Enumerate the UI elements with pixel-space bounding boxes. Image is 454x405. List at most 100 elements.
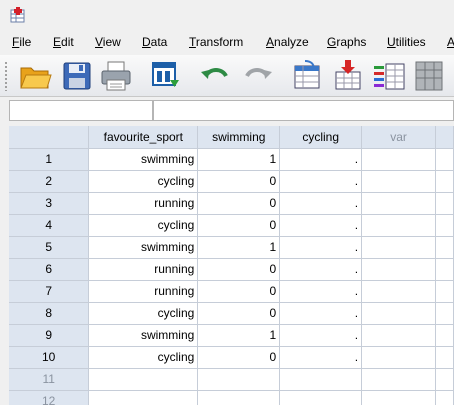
row-number[interactable]: 9 bbox=[9, 324, 90, 347]
cell-empty[interactable] bbox=[361, 368, 437, 391]
cell-empty[interactable] bbox=[435, 170, 454, 193]
app-icon[interactable] bbox=[10, 7, 26, 23]
cell-empty[interactable] bbox=[361, 148, 437, 171]
column-header-partial[interactable] bbox=[435, 126, 454, 149]
row-number[interactable]: 3 bbox=[9, 192, 90, 215]
cell-empty[interactable] bbox=[361, 346, 437, 369]
cell-empty[interactable] bbox=[361, 214, 437, 237]
cell-empty[interactable] bbox=[88, 368, 199, 391]
menu-graphs[interactable]: Graphs bbox=[327, 35, 366, 49]
menu-add-ons[interactable]: A bbox=[447, 35, 454, 49]
dialog-recall-icon[interactable] bbox=[148, 58, 184, 94]
cell-empty[interactable] bbox=[435, 302, 454, 325]
cell-favourite-sport[interactable]: swimming bbox=[88, 324, 199, 347]
cell-empty[interactable] bbox=[435, 214, 454, 237]
cell-favourite-sport[interactable]: cycling bbox=[88, 170, 199, 193]
row-number[interactable]: 5 bbox=[9, 236, 90, 259]
cell-favourite-sport[interactable]: swimming bbox=[88, 236, 199, 259]
cell-empty[interactable] bbox=[435, 346, 454, 369]
cell-cycling[interactable]: . bbox=[279, 192, 363, 215]
grid-corner[interactable] bbox=[9, 126, 90, 149]
cell-empty[interactable] bbox=[361, 170, 437, 193]
row-number[interactable]: 8 bbox=[9, 302, 90, 325]
cell-swimming[interactable]: 0 bbox=[197, 280, 281, 303]
cell-empty[interactable] bbox=[361, 302, 437, 325]
cell-empty[interactable] bbox=[361, 280, 437, 303]
row-number[interactable]: 2 bbox=[9, 170, 90, 193]
menu-edit[interactable]: Edit bbox=[53, 35, 74, 49]
cell-empty[interactable] bbox=[435, 258, 454, 281]
cell-empty[interactable] bbox=[361, 192, 437, 215]
cell-swimming[interactable]: 0 bbox=[197, 214, 281, 237]
cell-swimming[interactable]: 1 bbox=[197, 236, 281, 259]
cell-swimming[interactable]: 0 bbox=[197, 170, 281, 193]
cell-empty[interactable] bbox=[361, 324, 437, 347]
cell-empty[interactable] bbox=[197, 368, 281, 391]
menu-file[interactable]: File bbox=[12, 35, 31, 49]
column-header[interactable]: favourite_sport bbox=[88, 126, 199, 149]
cell-empty[interactable] bbox=[279, 368, 363, 391]
variables-icon[interactable] bbox=[371, 58, 407, 94]
cell-favourite-sport[interactable]: running bbox=[88, 258, 199, 281]
menu-analyze[interactable]: Analyze bbox=[266, 35, 309, 49]
cell-reference-field[interactable] bbox=[9, 100, 153, 121]
row-number[interactable]: 12 bbox=[9, 390, 90, 405]
print-icon[interactable] bbox=[98, 58, 134, 94]
cell-empty[interactable] bbox=[435, 236, 454, 259]
menu-data[interactable]: Data bbox=[142, 35, 167, 49]
cell-empty[interactable] bbox=[435, 280, 454, 303]
cell-cycling[interactable]: . bbox=[279, 324, 363, 347]
cell-empty[interactable] bbox=[361, 236, 437, 259]
cell-swimming[interactable]: 0 bbox=[197, 302, 281, 325]
cell-cycling[interactable]: . bbox=[279, 214, 363, 237]
undo-icon[interactable] bbox=[198, 58, 234, 94]
cell-empty[interactable] bbox=[197, 390, 281, 405]
cell-empty[interactable] bbox=[279, 390, 363, 405]
menu-transform[interactable]: Transform bbox=[189, 35, 243, 49]
cell-cycling[interactable]: . bbox=[279, 148, 363, 171]
cell-cycling[interactable]: . bbox=[279, 280, 363, 303]
row-number[interactable]: 1 bbox=[9, 148, 90, 171]
cell-favourite-sport[interactable]: running bbox=[88, 192, 199, 215]
column-header[interactable]: cycling bbox=[279, 126, 363, 149]
save-icon[interactable] bbox=[59, 58, 95, 94]
redo-icon[interactable] bbox=[239, 58, 275, 94]
toolbar-grip[interactable] bbox=[4, 61, 8, 91]
cell-swimming[interactable]: 1 bbox=[197, 148, 281, 171]
cell-cycling[interactable]: . bbox=[279, 302, 363, 325]
column-header-empty[interactable]: var bbox=[361, 126, 437, 149]
menu-utilities[interactable]: Utilities bbox=[387, 35, 426, 49]
cell-empty[interactable] bbox=[435, 324, 454, 347]
row-number[interactable]: 11 bbox=[9, 368, 90, 391]
cell-swimming[interactable]: 1 bbox=[197, 324, 281, 347]
row-number[interactable]: 10 bbox=[9, 346, 90, 369]
cell-empty[interactable] bbox=[361, 390, 437, 405]
cell-empty[interactable] bbox=[435, 192, 454, 215]
cell-empty[interactable] bbox=[435, 368, 454, 391]
column-header[interactable]: swimming bbox=[197, 126, 281, 149]
goto-case-icon[interactable] bbox=[289, 58, 325, 94]
cell-cycling[interactable]: . bbox=[279, 170, 363, 193]
cell-empty[interactable] bbox=[88, 390, 199, 405]
open-folder-icon[interactable] bbox=[17, 58, 53, 94]
cell-favourite-sport[interactable]: cycling bbox=[88, 214, 199, 237]
cell-swimming[interactable]: 0 bbox=[197, 192, 281, 215]
cell-empty[interactable] bbox=[435, 390, 454, 405]
goto-variable-icon[interactable] bbox=[330, 58, 366, 94]
row-number[interactable]: 6 bbox=[9, 258, 90, 281]
cell-favourite-sport[interactable]: swimming bbox=[88, 148, 199, 171]
menu-view[interactable]: View bbox=[95, 35, 121, 49]
cell-cycling[interactable]: . bbox=[279, 258, 363, 281]
cell-swimming[interactable]: 0 bbox=[197, 346, 281, 369]
cell-favourite-sport[interactable]: running bbox=[88, 280, 199, 303]
cell-cycling[interactable]: . bbox=[279, 236, 363, 259]
find-icon[interactable] bbox=[412, 58, 448, 94]
cell-empty[interactable] bbox=[435, 148, 454, 171]
cell-favourite-sport[interactable]: cycling bbox=[88, 302, 199, 325]
cell-swimming[interactable]: 0 bbox=[197, 258, 281, 281]
row-number[interactable]: 4 bbox=[9, 214, 90, 237]
cell-favourite-sport[interactable]: cycling bbox=[88, 346, 199, 369]
cell-cycling[interactable]: . bbox=[279, 346, 363, 369]
cell-value-field[interactable] bbox=[153, 100, 454, 121]
cell-empty[interactable] bbox=[361, 258, 437, 281]
